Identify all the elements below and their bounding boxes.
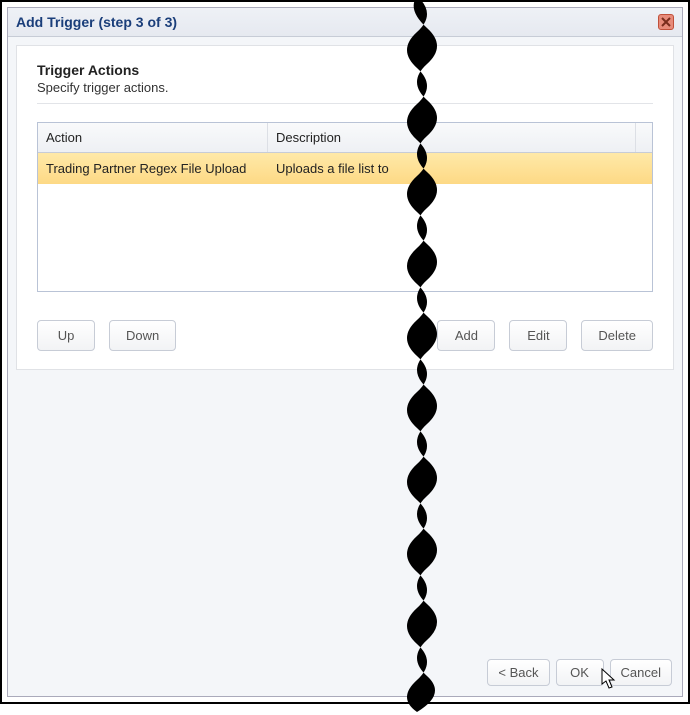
close-icon [661,17,671,27]
add-button[interactable]: Add [437,320,495,351]
dialog-titlebar: Add Trigger (step 3 of 3) [8,8,682,37]
spacer [190,320,423,351]
col-header-description[interactable]: Description [268,123,636,152]
edit-button[interactable]: Edit [509,320,567,351]
close-button[interactable] [658,14,674,30]
section-header: Trigger Actions Specify trigger actions. [37,62,653,104]
ok-button[interactable]: OK [556,659,604,686]
cancel-button[interactable]: Cancel [610,659,672,686]
section-subtitle: Specify trigger actions. [37,80,653,95]
cell-description: Uploads a file list to [268,153,652,184]
table-row[interactable]: Trading Partner Regex File Upload Upload… [38,153,652,184]
actions-table: Action Description Trading Partner Regex… [37,122,653,292]
col-header-action[interactable]: Action [38,123,268,152]
dialog-body: Trigger Actions Specify trigger actions.… [8,37,682,696]
section-title: Trigger Actions [37,62,653,78]
back-button[interactable]: < Back [487,659,549,686]
dialog-title: Add Trigger (step 3 of 3) [16,14,177,30]
add-trigger-dialog: Add Trigger (step 3 of 3) Trigger Action… [7,7,683,697]
screenshot-frame: Add Trigger (step 3 of 3) Trigger Action… [0,0,690,704]
up-button[interactable]: Up [37,320,95,351]
cell-action: Trading Partner Regex File Upload [38,153,268,184]
col-header-spacer [636,123,652,152]
table-header: Action Description [38,123,652,153]
dialog-footer: < Back OK Cancel [487,659,672,686]
trigger-actions-panel: Trigger Actions Specify trigger actions.… [16,45,674,370]
delete-button[interactable]: Delete [581,320,653,351]
down-button[interactable]: Down [109,320,176,351]
table-button-row: Up Down Add Edit Delete [37,320,653,351]
